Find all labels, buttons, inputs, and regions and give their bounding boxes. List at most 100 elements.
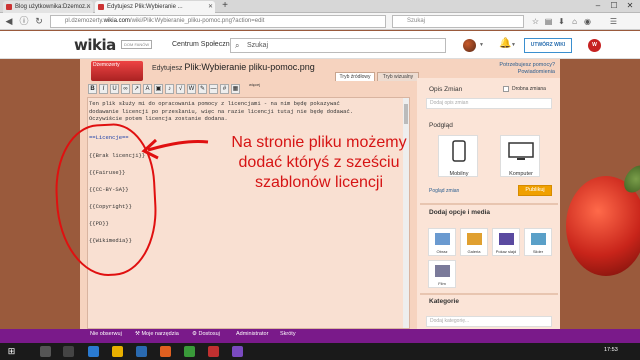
video-icon	[435, 265, 450, 277]
tab-visual-mode[interactable]: Tryb wizualny	[377, 72, 419, 81]
minor-edit-checkbox[interactable]	[503, 86, 509, 92]
my-tools-link[interactable]: ⚒ Moje narzędzia	[135, 331, 179, 337]
menu-icon[interactable]: ☰	[608, 16, 619, 27]
clock: 17:53	[604, 347, 618, 353]
divider	[420, 203, 558, 205]
insert-image-button[interactable]: Obraz	[428, 228, 456, 256]
maximize-button[interactable]: ☐	[606, 0, 622, 13]
wikia-badge-icon[interactable]: W	[588, 39, 601, 52]
url-prefix: pl.dzemozerty.	[65, 18, 104, 24]
summary-label: Opis Zmian	[429, 86, 463, 93]
category-input[interactable]: Dodaj kategorię...	[426, 316, 552, 327]
table-button[interactable]: ▦	[231, 84, 240, 94]
more-tools-link[interactable]: więcej	[249, 82, 260, 87]
search-icon[interactable]	[40, 346, 51, 357]
reload-icon[interactable]: ↻	[33, 15, 45, 27]
annotation-text: Na stronie pliku możemy dodać któryś z s…	[204, 133, 434, 193]
task-view-icon[interactable]	[63, 346, 74, 357]
store-icon[interactable]	[136, 346, 147, 357]
media-label: Galeria	[467, 249, 481, 254]
insert-slideshow-button[interactable]: Pokaz slajd	[492, 228, 520, 256]
desktop-label: Komputer	[509, 171, 533, 177]
chevron-down-icon[interactable]: ▼	[479, 42, 484, 48]
customize-label: Dostosuj	[198, 331, 220, 337]
notifications-icon[interactable]: 🔔	[499, 38, 511, 49]
home-icon[interactable]: ⌂	[569, 16, 580, 27]
mobile-icon	[452, 140, 466, 162]
math-button[interactable]: √	[176, 84, 185, 94]
insert-gallery-button[interactable]: Galeria	[460, 228, 488, 256]
preview-changes-link[interactable]: Pogląd zmian	[429, 188, 459, 194]
preview-mobile-button[interactable]: Mobilny	[438, 135, 478, 177]
wikia-search-input[interactable]: ⌕ Szukaj	[230, 38, 446, 53]
publish-button[interactable]: Publikuj	[518, 185, 552, 196]
browser-tab-blog[interactable]: Blog użytkownika:Dzemoz... ✕	[3, 1, 93, 13]
favicon-icon	[6, 4, 12, 10]
link-button[interactable]: ∞	[121, 84, 130, 94]
info-icon[interactable]: ⓘ	[18, 15, 30, 27]
insert-slider-button[interactable]: Slider	[524, 228, 552, 256]
insert-video-button[interactable]: Film	[428, 260, 456, 288]
media-label: Obraz	[436, 249, 448, 254]
customize-link[interactable]: ⚙ Dostosuj	[192, 331, 220, 337]
clipboard-icon[interactable]: ▤	[543, 16, 554, 27]
avatar[interactable]	[463, 39, 476, 52]
bold-button[interactable]: B	[88, 84, 97, 94]
browser-search-input[interactable]: Szukaj	[392, 15, 524, 28]
heading-button[interactable]: A	[143, 84, 152, 94]
redirect-button[interactable]: #	[220, 84, 229, 94]
wikia-logo[interactable]: wikia	[74, 36, 116, 54]
app-icon[interactable]	[232, 346, 243, 357]
shortcuts-link[interactable]: Skróty	[280, 331, 296, 337]
admin-link[interactable]: Administrator	[236, 331, 268, 337]
star-icon[interactable]: ☆	[530, 16, 541, 27]
image-button[interactable]: ▣	[154, 84, 163, 94]
media-label: Film	[438, 281, 446, 286]
line-button[interactable]: —	[209, 84, 218, 94]
download-icon[interactable]: ⬇	[556, 16, 567, 27]
categories-heading: Kategorie	[429, 298, 459, 305]
back-icon[interactable]: ◀	[3, 15, 15, 27]
annotation-arrow	[141, 138, 209, 160]
close-window-button[interactable]: ✕	[622, 0, 638, 13]
desktop-icon	[508, 142, 534, 160]
chevron-down-icon[interactable]: ▼	[511, 42, 516, 48]
help-link[interactable]: Potrzebujesz pomocy?	[480, 62, 555, 69]
fandom-badge[interactable]: DOM FANÓW	[121, 40, 153, 49]
notifications-link[interactable]: Powiadomienia	[480, 69, 555, 76]
underline-button[interactable]: U	[110, 84, 119, 94]
wiki-thumbnail[interactable]: Dżemozerty	[91, 61, 143, 81]
editor-scrollbar-thumb[interactable]	[404, 104, 408, 124]
intro-line: dodawanie licencji po przesłaniu, więc n…	[89, 107, 354, 115]
close-tab-icon[interactable]: ✕	[208, 1, 213, 13]
tab-label: Blog użytkownika:Dzemoz...	[15, 4, 91, 10]
summary-input[interactable]: Dodaj opis zmian	[426, 98, 552, 109]
edge-icon[interactable]	[88, 346, 99, 357]
new-tab-button[interactable]: +	[219, 0, 231, 13]
tab-source-mode[interactable]: Tryb źródłowy	[335, 72, 375, 81]
nowiki-button[interactable]: W	[187, 84, 196, 94]
media-button[interactable]: ♪	[165, 84, 174, 94]
address-bar[interactable]: pl.dzemozerty.wikia.com/wiki/Plik:Wybier…	[50, 15, 386, 28]
create-wiki-button[interactable]: UTWÓRZ WIKI	[524, 38, 572, 53]
favicon-icon	[98, 4, 104, 10]
url-path: /wiki/Plik:Wybieranie_pliku-pomoc.png?ac…	[129, 18, 265, 24]
close-tab-icon[interactable]: ✕	[86, 1, 91, 13]
app-icon[interactable]	[184, 346, 195, 357]
media-label: Pokaz slajd	[495, 249, 517, 254]
minimize-button[interactable]: –	[590, 0, 606, 13]
page-title-text: Plik:Wybieranie pliku-pomoc.png	[184, 62, 315, 72]
firefox-icon[interactable]	[160, 346, 171, 357]
italic-button[interactable]: I	[99, 84, 108, 94]
add-media-heading: Dodaj opcje i media	[429, 209, 491, 216]
app-icon[interactable]	[208, 346, 219, 357]
preview-desktop-button[interactable]: Komputer	[500, 135, 540, 177]
browser-tab-edit[interactable]: Edytujesz Plik:Wybieranie ... ✕	[95, 1, 215, 13]
file-explorer-icon[interactable]	[112, 346, 123, 357]
windows-start-icon[interactable]: ⊞	[6, 346, 17, 357]
editing-prefix: Edytujesz	[152, 65, 183, 72]
external-link-button[interactable]: ↗	[132, 84, 141, 94]
unwatch-link[interactable]: Nie obserwuj	[90, 331, 122, 337]
pocket-icon[interactable]: ◉	[582, 16, 593, 27]
signature-button[interactable]: ✎	[198, 84, 207, 94]
